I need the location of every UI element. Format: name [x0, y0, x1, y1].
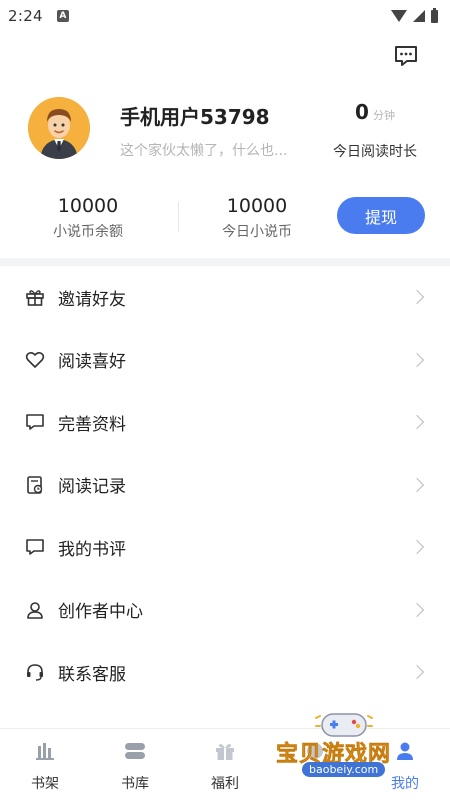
discover-icon — [303, 739, 327, 763]
read-time-unit: 分钟 — [372, 109, 395, 122]
nav-tab-label: 福利 — [211, 776, 239, 792]
nav-tab-welfare[interactable]: 福利 — [180, 729, 270, 800]
status-bar: 2:24 A — [0, 0, 450, 32]
section-divider — [0, 258, 450, 266]
nav-tab-label: 书库 — [121, 776, 149, 792]
nav-tab-mine[interactable]: 我的 — [360, 729, 450, 800]
menu-item-complete-profile[interactable]: 完善资料 — [0, 391, 450, 454]
avatar[interactable] — [28, 97, 90, 159]
menu-list: 邀请好友 阅读喜好 完善资料 阅读记录 我的书评 创作者中心 联系客服 — [0, 266, 450, 704]
gift-icon — [213, 739, 237, 763]
menu-item-label: 邀请好友 — [58, 289, 126, 310]
chevron-right-icon — [409, 290, 425, 305]
wifi-icon — [391, 10, 407, 22]
bookshelf-icon — [33, 739, 57, 763]
battery-icon — [431, 7, 438, 23]
coin-balance-value: 10000 — [57, 195, 119, 217]
status-time: 2:24 — [8, 7, 43, 25]
menu-item-reading-preference[interactable]: 阅读喜好 — [0, 329, 450, 392]
coin-today-value: 10000 — [226, 195, 288, 217]
chevron-right-icon — [409, 477, 425, 492]
notification-a-icon: A — [56, 10, 69, 22]
message-button[interactable] — [392, 42, 420, 70]
menu-item-label: 阅读记录 — [58, 477, 126, 498]
gift-icon — [24, 286, 46, 308]
bottom-nav: 书架 书库 福利 我的 — [0, 728, 450, 800]
menu-item-label: 我的书评 — [58, 539, 126, 560]
nav-tab-bookshelf[interactable]: 书架 — [0, 729, 90, 800]
menu-item-contact-support[interactable]: 联系客服 — [0, 641, 450, 704]
coin-today-label: 今日小说币 — [222, 224, 292, 240]
menu-item-label: 完善资料 — [58, 414, 126, 435]
chevron-right-icon — [409, 665, 425, 680]
history-icon — [24, 474, 46, 496]
read-time: 0 分钟 — [330, 100, 420, 124]
nav-tab-library[interactable]: 书库 — [90, 729, 180, 800]
username[interactable]: 手机用户53798 — [120, 101, 270, 130]
nav-tab-label: 书架 — [31, 776, 59, 792]
chevron-right-icon — [409, 540, 425, 555]
profile-icon — [393, 739, 417, 763]
read-time-label: 今日阅读时长 — [333, 144, 417, 160]
signal-icon — [413, 10, 425, 22]
comment-icon — [24, 536, 46, 558]
coin-balance-label: 小说币余额 — [53, 224, 123, 240]
user-bio: 这个家伙太懒了，什么也... — [120, 143, 288, 159]
menu-item-invite-friends[interactable]: 邀请好友 — [0, 266, 450, 329]
nav-tab-label: 我的 — [391, 776, 419, 792]
coin-today[interactable]: 10000 今日小说币 — [197, 195, 317, 241]
coin-balance[interactable]: 10000 小说币余额 — [28, 195, 148, 241]
chevron-right-icon — [409, 352, 425, 367]
menu-item-reading-history[interactable]: 阅读记录 — [0, 454, 450, 517]
message-icon — [395, 46, 417, 66]
avatar-person-icon — [28, 97, 90, 159]
coin-divider — [178, 202, 179, 232]
status-indicators — [391, 7, 438, 23]
headset-icon — [24, 661, 46, 683]
chevron-right-icon — [409, 415, 425, 430]
chat-bubble-icon — [24, 411, 46, 433]
library-icon — [123, 739, 147, 763]
withdraw-button[interactable]: 提现 — [337, 197, 425, 234]
menu-item-my-reviews[interactable]: 我的书评 — [0, 516, 450, 579]
nav-tab-discover[interactable] — [270, 729, 360, 800]
read-time-value: 0 — [355, 100, 369, 124]
menu-item-label: 创作者中心 — [58, 602, 143, 623]
menu-item-label: 阅读喜好 — [58, 352, 126, 373]
menu-item-creator-center[interactable]: 创作者中心 — [0, 579, 450, 642]
user-icon — [24, 599, 46, 621]
menu-item-label: 联系客服 — [58, 664, 126, 685]
heart-icon — [24, 349, 46, 371]
chevron-right-icon — [409, 602, 425, 617]
